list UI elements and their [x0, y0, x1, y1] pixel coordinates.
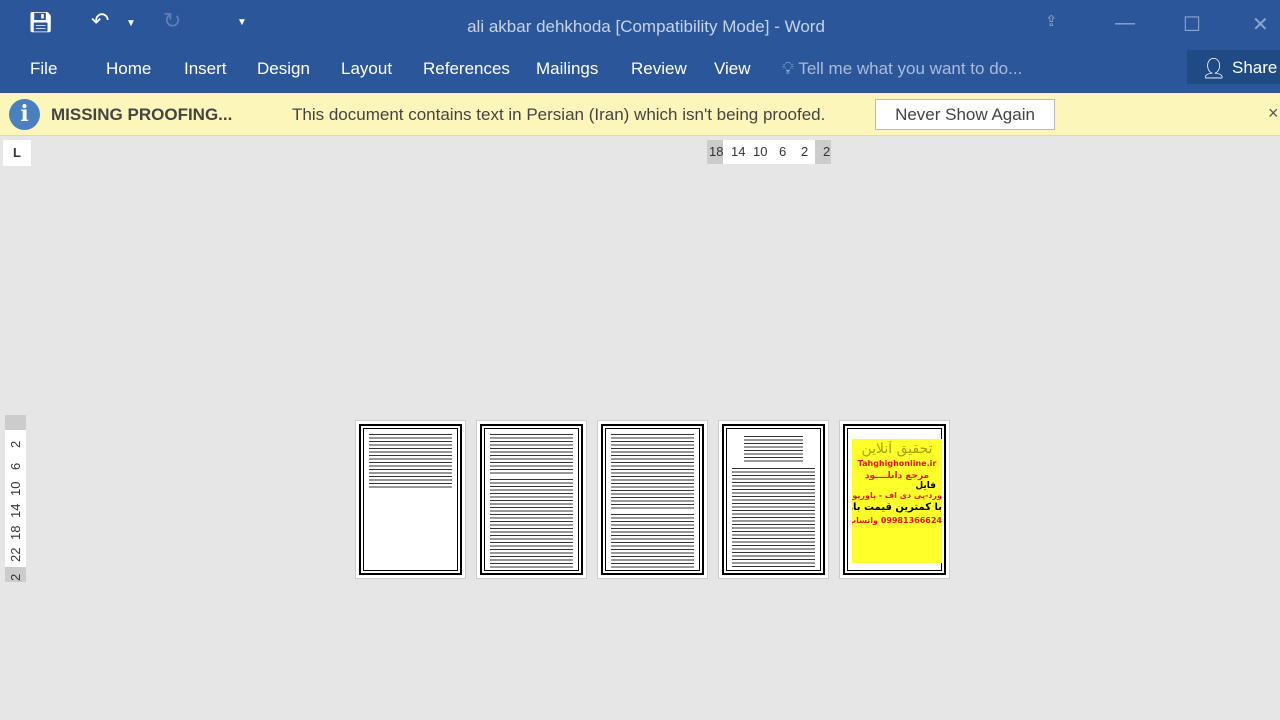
ruler-label: 2 — [8, 573, 23, 581]
ad-line: ورد-پی دی اف - پاورپوینت — [852, 491, 942, 500]
page-thumbnail-3[interactable] — [597, 420, 708, 579]
ruler-label: 2 — [8, 440, 23, 448]
ad-site: Tahghighonline.ir — [857, 459, 937, 468]
ruler-label: 22 — [8, 547, 23, 562]
share-label: Share — [1232, 58, 1278, 77]
ribbon-display-icon[interactable]: ⇪ — [1045, 12, 1058, 30]
horizontal-ruler[interactable]: 18 14 10 6 2 2 — [707, 140, 831, 164]
page-thumbnail-1[interactable] — [355, 420, 466, 579]
tell-me-text: Tell me what you want to do... — [798, 59, 1023, 78]
ruler-label: 14 — [731, 144, 746, 159]
maximize-icon[interactable]: ☐ — [1183, 12, 1201, 37]
ruler-label: 18 — [709, 144, 724, 159]
tab-review[interactable]: Review — [631, 59, 687, 79]
person-add-icon: 👤︎ — [1201, 58, 1227, 80]
message-title: MISSING PROOFING... — [51, 105, 233, 124]
ruler-label: 6 — [8, 462, 23, 470]
ad-line: فایل — [915, 481, 936, 491]
ruler-label: 14 — [8, 503, 23, 518]
tab-insert[interactable]: Insert — [184, 59, 227, 79]
tab-mailings[interactable]: Mailings — [536, 59, 598, 79]
info-icon: i — [9, 99, 40, 130]
close-message-icon[interactable]: × — [1268, 103, 1279, 124]
ad-line: 09981366624 واتساپ — [852, 516, 942, 525]
ruler-label: 2 — [801, 144, 809, 159]
ruler-label: 18 — [8, 525, 23, 540]
page-thumbnail-5[interactable]: تحقیق آنلاین Tahghighonline.ir مرجع دانل… — [839, 420, 950, 579]
share-button[interactable]: 👤︎ Share — [1187, 50, 1280, 84]
window-title: ali akbar dehkhoda [Compatibility Mode] … — [467, 17, 825, 36]
message-bar: i MISSING PROOFING... This document cont… — [0, 93, 1280, 136]
minimize-icon[interactable]: — — [1115, 12, 1135, 35]
ad-line: با کمترین قیمت بازار — [852, 502, 942, 513]
tab-selector[interactable]: L — [3, 140, 31, 166]
lightbulb-icon: 💡︎ — [782, 59, 794, 78]
tab-references[interactable]: References — [423, 59, 510, 79]
page-thumbnail-4[interactable] — [718, 420, 829, 579]
tab-design[interactable]: Design — [257, 59, 310, 79]
never-show-again-button[interactable]: Never Show Again — [875, 99, 1055, 130]
page-thumbnail-2[interactable] — [476, 420, 587, 579]
ad-line: مرجع دانلــــود — [864, 471, 930, 481]
advertisement-image: تحقیق آنلاین Tahghighonline.ir مرجع دانل… — [852, 439, 942, 563]
tell-me-search[interactable]: 💡︎ Tell me what you want to do... — [782, 59, 1022, 79]
ruler-label: 2 — [823, 144, 831, 159]
tab-file[interactable]: File — [30, 59, 57, 79]
title-bar: 💾︎ ↶ ▼ ↻ ▼ ali akbar dehkhoda [Compatibi… — [0, 0, 1280, 48]
ad-title: تحقیق آنلاین — [861, 441, 933, 457]
ruler-label: 10 — [8, 481, 23, 496]
close-icon[interactable]: ✕ — [1252, 12, 1269, 37]
ruler-label: 6 — [779, 144, 787, 159]
tab-layout[interactable]: Layout — [341, 59, 392, 79]
tab-view[interactable]: View — [714, 59, 751, 79]
ribbon-tabs: File Home Insert Design Layout Reference… — [0, 48, 1280, 93]
ruler-label: 10 — [753, 144, 768, 159]
vertical-ruler[interactable]: 2 22 18 14 10 6 2 — [5, 415, 26, 582]
message-text: This document contains text in Persian (… — [292, 105, 826, 124]
tab-home[interactable]: Home — [106, 59, 151, 79]
